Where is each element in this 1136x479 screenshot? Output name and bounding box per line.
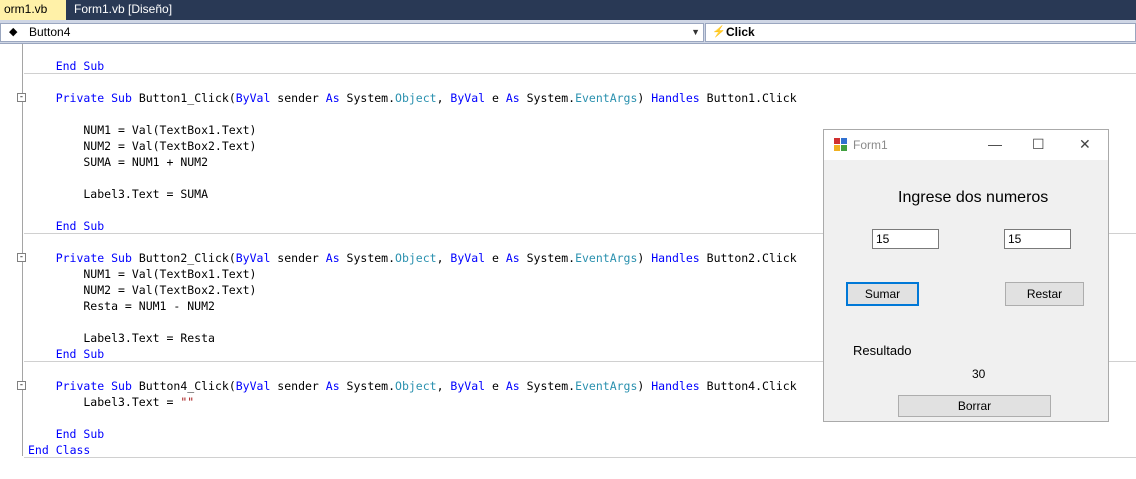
restar-button[interactable]: Restar [1005, 282, 1084, 306]
document-tab-strip: orm1.vb Form1.vb [Diseño] [0, 0, 1136, 20]
form-title: Form1 [853, 138, 888, 152]
event-dropdown-value: Click [726, 25, 755, 39]
tab-form1-vb[interactable]: orm1.vb [0, 0, 66, 20]
collapse-toggle[interactable]: - [17, 381, 26, 390]
heading-label: Ingrese dos numeros [898, 189, 1049, 206]
object-dropdown[interactable]: ◆ Button4 ▼ [0, 23, 704, 42]
sumar-button[interactable]: Sumar [846, 282, 919, 306]
outline-line [22, 44, 23, 456]
code-text[interactable]: End Sub Private Sub Button1_Click(ByVal … [28, 58, 797, 458]
minimize-icon[interactable]: — [988, 136, 1002, 152]
event-dropdown[interactable]: ⚡ Click [705, 23, 1136, 42]
result-value: 30 [972, 367, 986, 381]
resultado-label: Resultado [853, 343, 912, 358]
navigation-bar: ◆ Button4 ▼ ⚡ Click [0, 20, 1136, 44]
form1-window: Form1 — ☐ ✕ Ingrese dos numeros 15 15 Su… [823, 129, 1109, 422]
close-icon[interactable]: ✕ [1079, 136, 1091, 153]
collapse-toggle[interactable]: - [17, 93, 26, 102]
collapse-toggle[interactable]: - [17, 253, 26, 262]
lightning-icon: ⚡ [712, 26, 726, 38]
maximize-icon[interactable]: ☐ [1032, 136, 1045, 153]
textbox2[interactable]: 15 [1004, 229, 1071, 249]
object-dropdown-value: Button4 [29, 25, 71, 39]
textbox1[interactable]: 15 [872, 229, 939, 249]
chevron-down-icon[interactable]: ▼ [691, 24, 700, 41]
form-icon [834, 138, 847, 151]
control-icon: ◆ [9, 26, 18, 38]
form-title-bar: Form1 — ☐ ✕ [824, 130, 1108, 160]
borrar-button[interactable]: Borrar [898, 395, 1051, 417]
tab-form1-design[interactable]: Form1.vb [Diseño] [70, 0, 176, 20]
